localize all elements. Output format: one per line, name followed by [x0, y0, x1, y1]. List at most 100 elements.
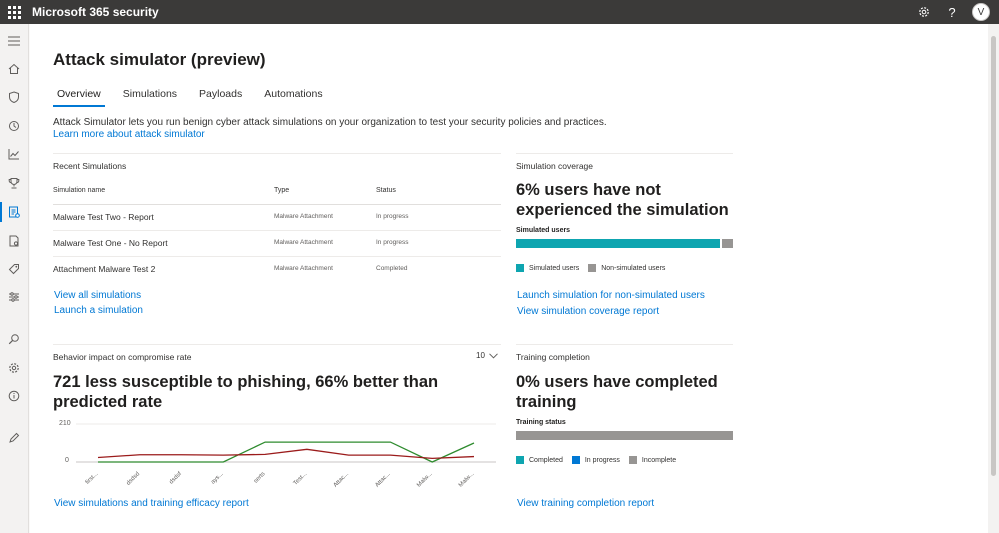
y-tick-label: 210: [59, 420, 71, 427]
x-tick-label: Attac...: [374, 471, 392, 489]
training-headline: 0% users have completed training: [516, 373, 718, 411]
learn-more-link[interactable]: Learn more about attack simulator: [53, 129, 205, 140]
x-tick-label: Malw...: [416, 471, 434, 489]
settings-icon[interactable]: [7, 361, 21, 375]
legend-label: Non-simulated users: [601, 264, 666, 272]
legend-incomplete: Incomplete: [628, 456, 677, 464]
simulation-name[interactable]: Attachment Malware Test 2: [53, 264, 155, 274]
legend-swatch: [571, 456, 580, 464]
row-divider: [53, 230, 501, 231]
launch-non-simulated-link[interactable]: Launch simulation for non-simulated user…: [517, 290, 705, 301]
legend-swatch: [516, 456, 524, 464]
recent-simulations-title: Recent Simulations: [53, 161, 127, 171]
pencil-icon[interactable]: [7, 431, 21, 445]
row-divider: [53, 256, 501, 257]
coverage-legend: Simulated users Non-simulated users: [516, 264, 674, 272]
tag-icon[interactable]: [7, 262, 21, 276]
training-legend: Completed In progress Incomplete: [516, 456, 685, 464]
info-icon[interactable]: [7, 389, 21, 403]
trophy-icon[interactable]: [7, 176, 21, 190]
tab-payloads[interactable]: Payloads: [195, 88, 246, 107]
training-bar: [516, 431, 733, 440]
page-title: Attack simulator (preview): [53, 50, 266, 69]
scrollbar[interactable]: [988, 24, 999, 533]
behavior-impact-title: Behavior impact on compromise rate: [53, 352, 192, 362]
simulation-status: In progress: [376, 213, 409, 220]
scroll-thumb[interactable]: [991, 36, 996, 476]
y-tick-label: 0: [65, 457, 69, 464]
x-tick-label: ays...: [210, 471, 225, 486]
chart-icon[interactable]: [7, 147, 21, 161]
training-report-link[interactable]: View training completion report: [517, 498, 654, 509]
legend-swatch: [516, 264, 524, 272]
divider: [53, 153, 501, 154]
coverage-report-link[interactable]: View simulation coverage report: [517, 306, 659, 317]
column-header-type[interactable]: Type: [274, 187, 289, 194]
legend-label: Simulated users: [529, 264, 580, 272]
top-bar: Microsoft 365 security ? V: [0, 0, 999, 24]
training-incomplete-segment: [516, 431, 733, 440]
search-icon[interactable]: [7, 332, 21, 346]
coverage-simulated-segment: [516, 239, 720, 248]
view-all-simulations-link[interactable]: View all simulations: [54, 290, 141, 301]
series-line-2[interactable]: [97, 448, 475, 460]
launch-simulation-link[interactable]: Launch a simulation: [54, 305, 143, 316]
simulation-coverage-title: Simulation coverage: [516, 161, 594, 171]
x-tick-label: first...: [85, 471, 100, 486]
column-header-status[interactable]: Status: [376, 187, 396, 194]
waffle-icon[interactable]: [0, 0, 28, 24]
x-tick-label: dsdsf: [169, 471, 184, 486]
legend-swatch: [588, 264, 597, 272]
legend-non-simulated: Non-simulated users: [588, 264, 665, 272]
shield-icon[interactable]: [7, 90, 21, 104]
behavior-line-chart: first... dsdsd dsdsf ays... serts Test... Atta…: [76, 423, 496, 489]
legend-label: Incomplete: [641, 456, 677, 464]
tab-overview[interactable]: Overview: [53, 88, 105, 107]
hamburger-icon[interactable]: [7, 34, 21, 48]
legend-simulated: Simulated users: [516, 264, 579, 272]
home-icon[interactable]: [7, 62, 21, 76]
legend-completed: Completed: [516, 456, 563, 464]
simulation-status: In progress: [376, 239, 409, 246]
app-title[interactable]: Microsoft 365 security: [32, 5, 159, 19]
training-completion-title: Training completion: [516, 352, 590, 362]
x-tick-label: dsdsd: [126, 471, 142, 487]
intro-text: Attack Simulator lets you run benign cyb…: [53, 117, 607, 128]
avatar[interactable]: V: [972, 3, 990, 21]
coverage-headline: 6% users have not experienced the simula…: [516, 181, 729, 219]
gear-icon[interactable]: [910, 0, 938, 24]
simulation-status: Completed: [376, 265, 408, 272]
coverage-non-simulated-segment: [722, 239, 733, 248]
left-nav: [0, 24, 29, 533]
legend-swatch: [628, 456, 637, 464]
divider: [516, 153, 733, 154]
attack-simulator-icon[interactable]: [0, 202, 21, 222]
behavior-headline: 721 less susceptible to phishing, 66% be…: [53, 373, 439, 411]
x-tick-label: serts: [253, 471, 266, 484]
dropdown-value: 10: [476, 351, 485, 360]
table-divider: [53, 204, 501, 205]
legend-label: In progress: [584, 456, 620, 464]
x-tick-label: Malw...: [458, 471, 476, 489]
efficacy-report-link[interactable]: View simulations and training efficacy r…: [54, 498, 249, 509]
training-bar-label: Training status: [516, 419, 566, 426]
coverage-bar-label: Simulated users: [516, 227, 571, 234]
x-tick-label: Attac...: [333, 471, 351, 489]
report-icon[interactable]: [7, 234, 21, 248]
divider: [53, 344, 501, 345]
simulation-name[interactable]: Malware Test Two - Report: [53, 212, 154, 222]
divider: [516, 344, 733, 345]
simulation-name[interactable]: Malware Test One - No Report: [53, 238, 168, 248]
tab-automations[interactable]: Automations: [260, 88, 326, 107]
tab-bar: Overview Simulations Payloads Automation…: [53, 88, 341, 107]
legend-in-progress: In progress: [571, 456, 620, 464]
simulation-type: Malware Attachment: [274, 265, 333, 272]
column-header-name[interactable]: Simulation name: [53, 187, 105, 194]
x-tick-label: Test...: [293, 471, 309, 487]
period-dropdown[interactable]: 10: [476, 351, 498, 360]
incidents-icon[interactable]: [7, 119, 21, 133]
policies-icon[interactable]: [7, 290, 21, 304]
tab-simulations[interactable]: Simulations: [119, 88, 181, 107]
help-icon[interactable]: ?: [938, 0, 966, 24]
coverage-bar: [516, 239, 733, 248]
